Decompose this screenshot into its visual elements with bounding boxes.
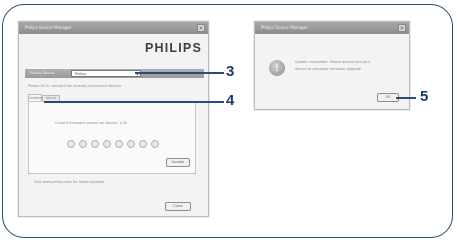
device-select-bar: Philips Device Philips ▼ bbox=[25, 69, 204, 78]
progress-digit bbox=[67, 140, 75, 148]
device-dropdown-value: Philips bbox=[75, 72, 87, 76]
dialog-title: Philips Device Manager bbox=[261, 25, 308, 30]
progress-digit bbox=[139, 140, 147, 148]
progress-digit bbox=[151, 140, 159, 148]
dialog-message-line1: Update completed. Please disconnect your bbox=[295, 60, 371, 64]
device-label: Philips Device bbox=[30, 71, 55, 75]
callout-line-3 bbox=[135, 72, 224, 74]
tab-update[interactable]: Update bbox=[28, 94, 42, 101]
callout-number-5: 5 bbox=[420, 88, 429, 105]
close-icon[interactable]: × bbox=[197, 24, 205, 32]
dialog-title-bar: Philips Device Manager × bbox=[255, 22, 409, 34]
callout-number-4: 4 bbox=[226, 92, 235, 109]
progress-digit bbox=[127, 140, 135, 148]
brand-logo: PHILIPS bbox=[144, 41, 202, 55]
update-panel: Current firmware version on device: 1.00… bbox=[28, 101, 196, 174]
progress-digit bbox=[103, 140, 111, 148]
warning-icon: ! bbox=[269, 60, 285, 76]
tab-about-label: About bbox=[45, 96, 57, 100]
tab-update-label: Update bbox=[29, 96, 42, 100]
progress-digit bbox=[115, 140, 123, 148]
close-icon[interactable]: × bbox=[398, 24, 406, 32]
firmware-version-text: Current firmware version on device: 1.00 bbox=[55, 121, 127, 125]
callout-number-3: 3 bbox=[226, 63, 235, 80]
device-dropdown[interactable]: Philips ▼ bbox=[71, 70, 141, 77]
callout-line-4 bbox=[44, 101, 224, 103]
callout-line-5 bbox=[396, 97, 416, 99]
window-title: Philips Device Manager bbox=[25, 25, 72, 30]
visit-website-text: Visit www.philips.com for latest updates bbox=[34, 180, 105, 184]
window-title-bar: Philips Device Manager × bbox=[19, 22, 208, 34]
instructions-text: Please fill in, connect the recently con… bbox=[28, 84, 122, 88]
dialog-message-line2: device to complete firmware upgrade bbox=[295, 67, 361, 71]
update-button[interactable]: Update bbox=[166, 158, 190, 167]
close-button[interactable]: Close bbox=[165, 202, 191, 211]
update-completed-dialog: Philips Device Manager × ! Update comple… bbox=[254, 21, 410, 110]
progress-digit bbox=[79, 140, 87, 148]
device-manager-window: Philips Device Manager × PHILIPS Philips… bbox=[18, 21, 209, 217]
progress-digit bbox=[91, 140, 99, 148]
